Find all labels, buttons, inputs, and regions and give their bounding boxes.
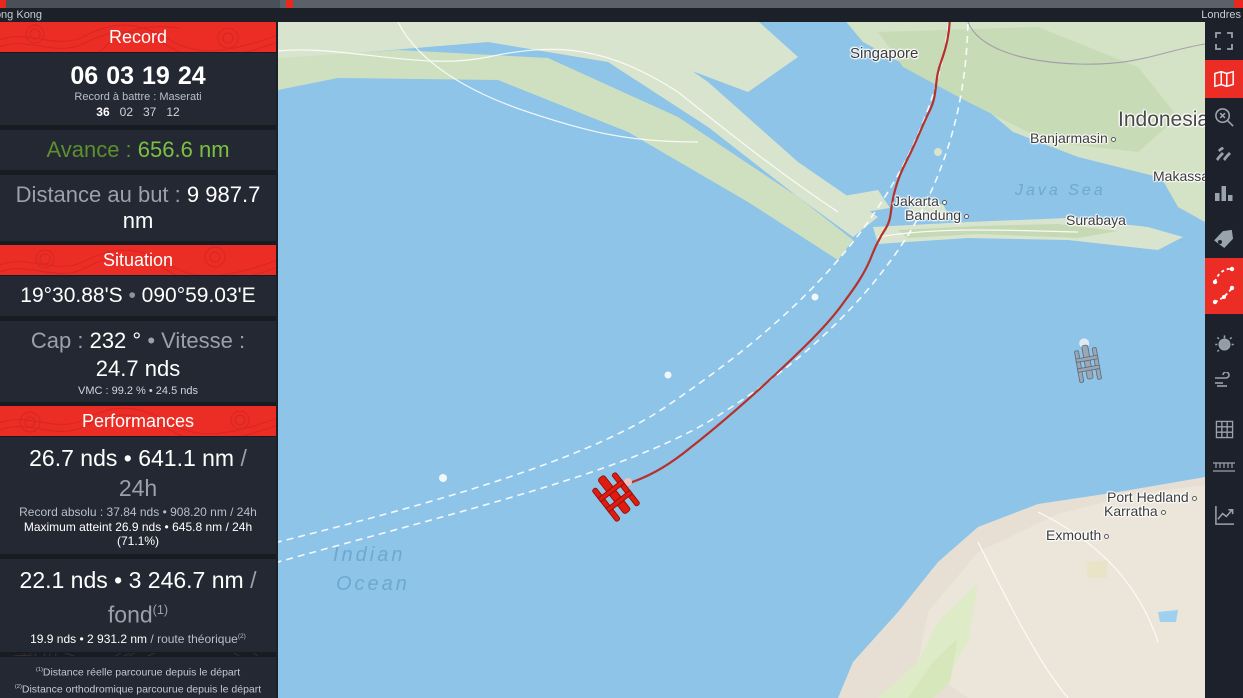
footnote-1-text: Distance réelle parcourue depuis le dépa…	[42, 666, 241, 679]
perf-theorique-unit: / route théorique	[150, 631, 238, 646]
panel-title-performances: Performances	[81, 411, 195, 431]
record-countdown-card: 06 03 19 24 Record à battre : Maserati 36 02…	[0, 52, 276, 126]
fullscreen-icon	[1215, 32, 1233, 50]
weather-button[interactable]	[1205, 136, 1243, 174]
map-canvas[interactable]	[278, 22, 1205, 698]
distance-to-goal-card: Distance au but : 9 987.7 nm	[0, 174, 276, 242]
timeline-elapsed	[0, 0, 280, 8]
panel-header-situation: Situation	[0, 245, 276, 275]
map-layers-icon	[1214, 70, 1234, 88]
track-icon	[1212, 266, 1235, 305]
timeline-position-marker[interactable]	[286, 0, 293, 8]
panel-header-record: Record	[0, 22, 276, 52]
countdown-seconds: 24	[177, 62, 206, 90]
panel-title-record: Record	[108, 27, 168, 47]
vitesse-label: Vitesse :	[161, 328, 246, 353]
perf-24h-value: 26.7 nds • 641.1 nm	[29, 445, 235, 471]
race-timeline[interactable]	[0, 0, 1243, 8]
search-icon	[1214, 107, 1234, 127]
graph-icon	[1214, 505, 1234, 525]
heading-speed-line: Cap : 232 ° • Vitesse : 24.7 nds	[8, 321, 268, 383]
countdown-days: 06	[70, 62, 99, 90]
footnote-2-text: Distance orthodromique parcourue depuis …	[21, 683, 262, 696]
footnote-2: (2)Distance orthodromique parcourue depu…	[6, 680, 270, 698]
perf-theorique-footnote-ref: (2)	[237, 632, 246, 640]
countdown-minutes: 19	[142, 62, 170, 90]
perf-24h-card: 26.7 nds • 641.1 nm / 24h Record absolu …	[0, 436, 276, 555]
coord-separator: •	[128, 284, 136, 307]
longitude-value: 090°59.03'E	[141, 284, 256, 307]
perf-theorique-line: 19.9 nds • 2 931.2 nm / route théorique(…	[8, 632, 268, 646]
tobeat-seconds: 12	[166, 105, 180, 119]
cap-value: 232 °	[89, 328, 142, 353]
ranking-button[interactable]	[1205, 174, 1243, 212]
perf-fond-card: 22.1 nds • 3 246.7 nm / fond(1) 19.9 nds…	[0, 558, 276, 653]
heading-speed-card: Cap : 232 ° • Vitesse : 24.7 nds VMC : 9…	[0, 320, 276, 403]
vitesse-value: 24.7 nds	[95, 356, 181, 381]
record-to-beat-label: Record à battre : Maserati	[74, 91, 202, 103]
race-map[interactable]: SingaporeIndonesiaBanjarmasinMakassarJav…	[278, 22, 1205, 698]
timeline-start-marker	[0, 0, 6, 8]
perf-fond-value: 22.1 nds • 3 246.7 nm	[19, 567, 244, 593]
tobeat-days: 36	[96, 105, 110, 119]
record-to-beat-time: 36 02 37 12	[8, 105, 268, 119]
grid-icon	[1215, 420, 1233, 438]
avance-label: Avance :	[46, 137, 132, 162]
avance-card: Avance : 656.6 nm	[0, 129, 276, 171]
daynight-button[interactable]	[1205, 324, 1243, 362]
footnotes-card: (1)Distance réelle parcourue depuis le d…	[0, 655, 276, 698]
app-root: Hong Kong Londres	[0, 0, 1243, 698]
weather-icon	[1216, 146, 1231, 161]
scale-button[interactable]	[1205, 448, 1243, 486]
footnote-2-ref: (2)	[14, 684, 22, 691]
map-landmasses	[278, 22, 1205, 698]
bar-chart-icon	[1215, 186, 1233, 201]
tag-icon	[1214, 229, 1234, 249]
avance-value: 656.6 nm	[137, 137, 230, 162]
grid-button[interactable]	[1205, 410, 1243, 448]
perf-24h-main: 26.7 nds • 641.1 nm / 24h	[8, 443, 268, 503]
cap-label: Cap :	[30, 328, 84, 353]
footnote-1: (1)Distance réelle parcourue depuis le d…	[6, 663, 270, 681]
perf-theorique-value: 19.9 nds • 2 931.2 nm	[30, 631, 148, 646]
record-boat-marker	[1074, 338, 1102, 383]
graphs-button[interactable]	[1205, 496, 1243, 534]
fullscreen-button[interactable]	[1205, 22, 1243, 60]
timeline-labels: Hong Kong Londres	[0, 8, 1243, 22]
sun-icon	[1214, 334, 1234, 352]
perf-maximum-atteint: Maximum atteint 26.9 nds • 645.8 nm / 24…	[23, 520, 253, 548]
tobeat-hours: 02	[119, 105, 133, 119]
search-button[interactable]	[1205, 98, 1243, 136]
wind-icon	[1215, 372, 1230, 387]
coordinates-card: 19°30.88'S • 090°59.03'E	[0, 275, 276, 317]
cap-speed-separator: •	[147, 328, 156, 353]
distance-label: Distance au but :	[15, 182, 181, 207]
latitude-value: 19°30.88'S	[20, 284, 123, 307]
map-layers-button[interactable]	[1205, 60, 1243, 98]
ruler-icon	[1213, 462, 1235, 472]
perf-fond-main: 22.1 nds • 3 246.7 nm / fond(1)	[8, 565, 268, 630]
panel-title-situation: Situation	[102, 250, 174, 270]
perf-record-absolu: Record absolu : 37.84 nds • 908.20 nm / …	[19, 505, 257, 519]
map-toolbar[interactable]	[1205, 22, 1243, 698]
vmc-value: VMC : 99.2 % • 24.5 nds	[77, 385, 199, 397]
timeline-end-label: Londres	[1201, 9, 1241, 21]
panel-header-performances: Performances	[0, 406, 276, 436]
tracks-button[interactable]	[1205, 258, 1243, 314]
wind-button[interactable]	[1205, 362, 1243, 400]
countdown-hours: 03	[106, 62, 134, 90]
leader-boat-marker	[592, 472, 640, 522]
record-countdown: 06 03 19 24	[8, 59, 268, 93]
perf-fond-footnote-ref: (1)	[152, 603, 169, 617]
timeline-end-marker	[1234, 0, 1243, 8]
footnote-1-ref: (1)	[35, 666, 43, 673]
tobeat-minutes: 37	[143, 105, 157, 119]
info-sidebar: Record 06 03 19 24 Record à battre : Masera…	[0, 22, 276, 698]
tags-button[interactable]	[1205, 220, 1243, 258]
timeline-start-label: Hong Kong	[0, 9, 43, 21]
